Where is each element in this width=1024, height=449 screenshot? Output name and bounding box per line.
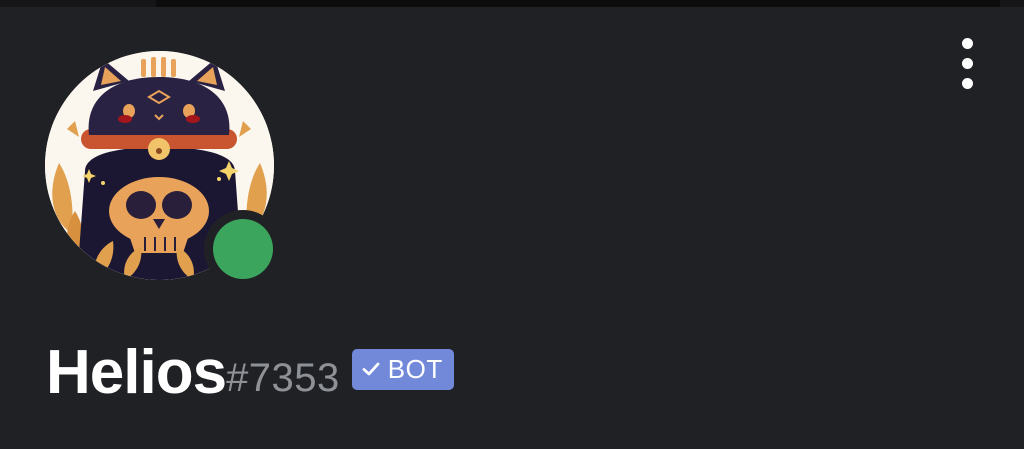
more-options-button[interactable] [950,36,984,90]
checkmark-icon [362,361,380,377]
menu-dot [961,37,973,49]
bot-badge: BOT [351,348,454,390]
top-strip [0,0,1024,7]
online-status-icon [213,219,273,279]
discriminator: #7353 [226,356,340,400]
avatar-container[interactable] [45,51,282,288]
username: Helios [46,338,227,407]
menu-dot [961,77,973,89]
user-profile-screen: Helios #7353 BOT [0,0,1024,449]
bot-badge-label: BOT [387,353,443,384]
menu-dot [961,57,973,69]
name-row: Helios #7353 BOT [46,338,454,408]
